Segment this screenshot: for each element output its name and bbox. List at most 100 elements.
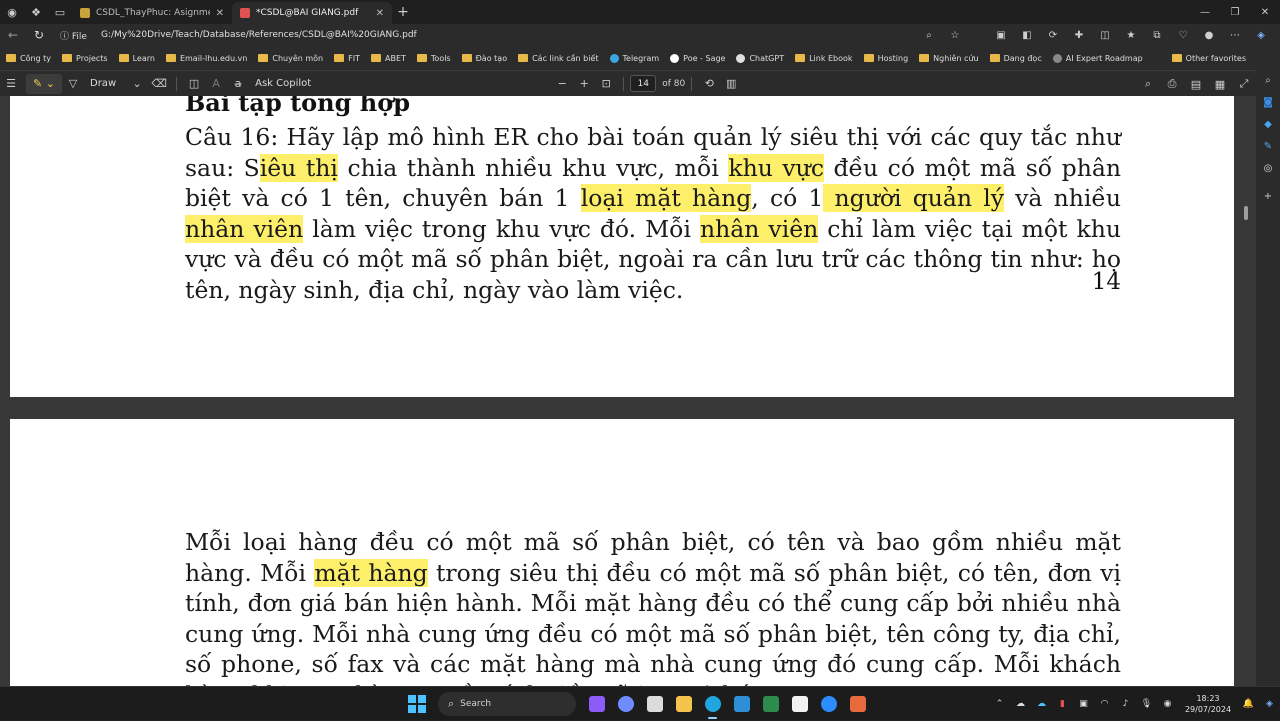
rotate-icon[interactable]: ⟲ bbox=[698, 77, 720, 90]
save-as-icon[interactable]: ▦ bbox=[1208, 78, 1232, 91]
close-tab-icon[interactable]: ✕ bbox=[376, 8, 384, 19]
scrollbar-thumb[interactable] bbox=[1244, 206, 1248, 220]
add-sidebar-icon[interactable]: + bbox=[1256, 186, 1280, 208]
zoom-icon[interactable]: ⌕ bbox=[916, 30, 942, 41]
favorite-star-icon[interactable]: ☆ bbox=[942, 30, 968, 41]
notion-icon[interactable] bbox=[785, 687, 814, 721]
onedrive-icon[interactable]: ☁ bbox=[1031, 699, 1052, 709]
two-page-icon[interactable]: ◫ bbox=[183, 77, 205, 90]
save-icon[interactable]: ▤ bbox=[1184, 78, 1208, 91]
favorite-item[interactable]: Công ty bbox=[6, 54, 51, 63]
favorite-item[interactable]: Chuyên môn bbox=[258, 54, 323, 63]
more-menu-icon[interactable]: ⋯ bbox=[1222, 30, 1248, 41]
site-info-label[interactable]: ⓘ File bbox=[60, 29, 87, 42]
search-sidebar-icon[interactable]: ⌕ bbox=[1256, 70, 1280, 92]
restore-icon[interactable]: ❐ bbox=[1220, 0, 1250, 24]
close-window-icon[interactable]: ✕ bbox=[1250, 0, 1280, 24]
copilot-tray-icon[interactable]: ◈ bbox=[1259, 699, 1280, 709]
highlighted-text[interactable]: khu vực bbox=[728, 153, 824, 182]
favorite-item[interactable]: Telegram bbox=[609, 53, 659, 63]
file-explorer-icon[interactable] bbox=[669, 687, 698, 721]
wifi-icon[interactable]: ◠ bbox=[1094, 699, 1115, 709]
page-number-input[interactable]: 14 bbox=[630, 75, 657, 92]
favorite-item[interactable]: Đào tạo bbox=[461, 54, 507, 63]
page-view-icon[interactable]: ▥ bbox=[720, 77, 742, 90]
contents-icon[interactable]: ☰ bbox=[0, 77, 22, 90]
refresh-icon[interactable]: ↻ bbox=[26, 28, 52, 42]
split-screen-icon[interactable]: ◫ bbox=[1092, 30, 1118, 41]
heart-icon[interactable]: ♡ bbox=[1170, 30, 1196, 41]
text-icon[interactable]: A bbox=[205, 77, 227, 90]
outlook-icon[interactable]: ◙ bbox=[1256, 92, 1280, 114]
favorite-item[interactable]: Poe - Sage bbox=[670, 53, 725, 63]
app-tray-icon[interactable]: ▮ bbox=[1052, 699, 1073, 709]
workspaces-icon[interactable]: ❖ bbox=[24, 0, 48, 24]
chevron-down-icon[interactable]: ⌄ bbox=[126, 77, 148, 90]
highlighted-text[interactable]: nhân viên bbox=[700, 214, 819, 243]
zoom-in-button[interactable]: + bbox=[573, 77, 595, 90]
taskbar-search[interactable]: ⌕ Search bbox=[438, 692, 576, 716]
url-text[interactable]: G:/My%20Drive/Teach/Database/References/… bbox=[101, 30, 417, 40]
collections-icon[interactable]: ⧉ bbox=[1144, 30, 1170, 41]
notification-bell-icon[interactable]: 🔔 bbox=[1238, 699, 1259, 709]
favorite-item[interactable]: FIT bbox=[334, 54, 360, 63]
favorites-icon[interactable]: ★ bbox=[1118, 30, 1144, 41]
games-icon[interactable]: ◎ bbox=[1256, 158, 1280, 180]
highlight-tool-button[interactable]: ✎ ⌄ bbox=[26, 73, 62, 94]
favorite-item[interactable]: Các link cần biết bbox=[518, 54, 599, 63]
favorite-item[interactable]: Tools bbox=[416, 54, 451, 63]
chat-app-icon[interactable] bbox=[582, 687, 611, 721]
excel-like-app-icon[interactable] bbox=[756, 687, 785, 721]
clock[interactable]: 18:23 29/07/2024 bbox=[1178, 693, 1238, 715]
microphone-icon[interactable]: 🎙 bbox=[1136, 699, 1157, 709]
drop-icon[interactable]: ◆ bbox=[1256, 114, 1280, 136]
highlighted-text[interactable]: loại mặt hàng bbox=[580, 184, 752, 213]
favorite-item[interactable]: ChatGPT bbox=[736, 53, 784, 63]
tab-csdl-assignment[interactable]: CSDL_ThayPhuc: Asignment01_ ✕ bbox=[72, 2, 232, 24]
edge-browser-icon[interactable] bbox=[698, 687, 727, 721]
read-aloud-icon[interactable]: a̶ bbox=[227, 77, 249, 90]
start-windows-icon[interactable] bbox=[408, 695, 426, 713]
puzzle-icon[interactable]: ✚ bbox=[1066, 30, 1092, 41]
back-icon[interactable]: ← bbox=[0, 28, 26, 42]
profile-icon[interactable]: ● bbox=[1196, 30, 1222, 41]
fit-page-icon[interactable]: ⊡ bbox=[595, 77, 617, 90]
snipping-tool-icon[interactable] bbox=[640, 687, 669, 721]
highlighted-text[interactable]: người quản lý bbox=[823, 184, 1004, 213]
search-icon[interactable]: ⌕ bbox=[1136, 77, 1160, 91]
highlighted-text[interactable]: iêu thị bbox=[259, 153, 338, 182]
copilot-app-icon[interactable] bbox=[611, 687, 640, 721]
favorite-item[interactable]: Email-lhu.edu.vn bbox=[165, 54, 247, 63]
print-icon[interactable]: ⎙ bbox=[1160, 77, 1184, 91]
favorite-item[interactable]: Projects bbox=[62, 54, 108, 63]
ask-copilot-button[interactable]: Ask Copilot bbox=[255, 78, 311, 89]
favorite-item[interactable]: Learn bbox=[118, 54, 155, 63]
draw-icon[interactable]: ▽ bbox=[62, 77, 84, 90]
tools-icon[interactable]: ✎ bbox=[1256, 136, 1280, 158]
new-tab-button[interactable]: + bbox=[392, 4, 414, 20]
cloud-icon[interactable]: ☁ bbox=[1010, 699, 1031, 709]
language-icon[interactable]: ◉ bbox=[1157, 699, 1178, 709]
favorite-item[interactable]: AI Expert Roadmap bbox=[1052, 53, 1143, 63]
draw-button[interactable]: Draw bbox=[90, 78, 116, 89]
profile-avatar-icon[interactable]: ◉ bbox=[0, 0, 24, 24]
favorite-item[interactable]: Hosting bbox=[863, 54, 908, 63]
minimize-icon[interactable]: — bbox=[1190, 0, 1220, 24]
fullscreen-icon[interactable]: ⤢ bbox=[1232, 77, 1256, 91]
zoom-out-button[interactable]: − bbox=[551, 77, 573, 90]
chevron-up-icon[interactable]: ⌃ bbox=[989, 699, 1010, 709]
favorite-item[interactable]: ABET bbox=[370, 54, 406, 63]
tab-actions-icon[interactable]: ▭ bbox=[48, 0, 72, 24]
eraser-icon[interactable]: ⌫ bbox=[148, 77, 170, 90]
zoom-app-icon[interactable] bbox=[814, 687, 843, 721]
pdf-viewer[interactable]: Bài tập tổng hợp Câu 16: Hãy lập mô hình… bbox=[0, 96, 1256, 686]
other-favorites-folder[interactable]: Other favorites bbox=[1171, 46, 1246, 70]
vscode-icon[interactable] bbox=[727, 687, 756, 721]
tab-csdl-pdf[interactable]: *CSDL@BAI GIANG.pdf ✕ bbox=[232, 2, 392, 24]
shield-icon[interactable]: ▣ bbox=[1073, 699, 1094, 709]
favorite-item[interactable]: Nghiên cứu bbox=[919, 54, 979, 63]
address-bar[interactable]: ⓘ File G:/My%20Drive/Teach/Database/Refe… bbox=[60, 29, 417, 42]
favorite-item[interactable]: Link Ebook bbox=[795, 54, 853, 63]
copilot-icon[interactable]: ◈ bbox=[1248, 30, 1274, 41]
favorite-item[interactable]: Dang đọc bbox=[989, 54, 1042, 63]
